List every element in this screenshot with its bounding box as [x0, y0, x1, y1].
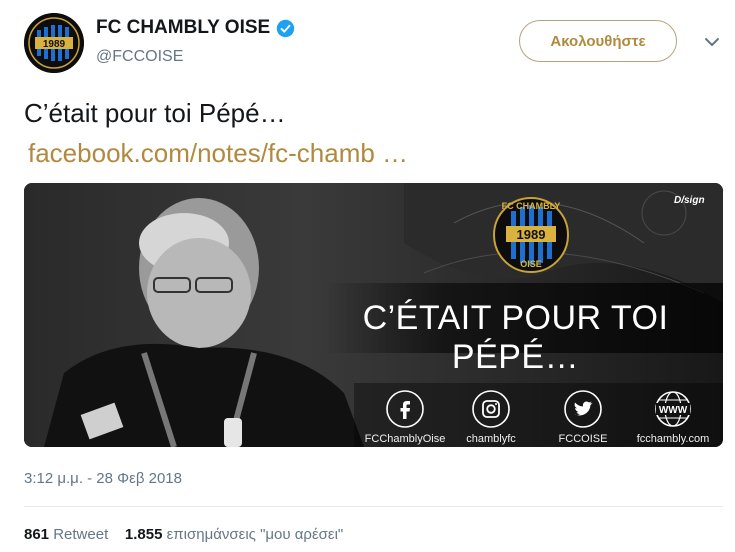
divider — [24, 506, 723, 507]
verified-badge-icon — [276, 19, 295, 37]
tweet-timestamp[interactable]: 3:12 μ.μ. - 28 Φεβ 2018 — [24, 470, 182, 487]
twitter-icon — [564, 390, 602, 428]
svg-text:WWW: WWW — [659, 405, 688, 416]
likes-label: επισημάνσεις "μου αρέσει" — [166, 526, 344, 543]
avatar-year: 1989 — [43, 39, 66, 50]
tweet-text: C’était pour toi Pépé… — [24, 98, 286, 128]
likes-stat[interactable]: 1.855 επισημάνσεις "μου αρέσει" — [125, 526, 343, 543]
tweet-media-image[interactable]: 1989 FC CHAMBLY OISE D/sign C’ÉTAIT POUR… — [24, 183, 723, 447]
retweet-stat[interactable]: 861 Retweet — [24, 526, 108, 543]
www-globe-icon: WWW — [655, 391, 691, 427]
media-logo-top: FC CHAMBLY — [502, 201, 561, 211]
facebook-icon — [386, 390, 424, 428]
follow-button[interactable]: Ακολουθήστε — [519, 20, 677, 62]
account-name[interactable]: FC CHAMBLY OISE — [96, 17, 270, 39]
retweet-label: Retweet — [53, 526, 109, 543]
account-name-row[interactable]: FC CHAMBLY OISE — [96, 17, 295, 39]
tweet-stats: 861 Retweet 1.855 επισημάνσεις "μου αρέσ… — [24, 526, 343, 543]
likes-count: 1.855 — [124, 526, 163, 543]
chevron-down-icon[interactable] — [701, 31, 723, 53]
media-headline: C’ÉTAIT POUR TOI PÉPÉ… — [362, 299, 669, 376]
design-badge: D/sign — [674, 195, 705, 206]
account-avatar[interactable]: 1989 — [24, 13, 84, 73]
media-logo-year: 1989 — [517, 227, 546, 242]
media-logo-bottom: OISE — [520, 259, 542, 269]
social-label-website: fcchambly.com — [636, 433, 710, 445]
retweet-count: 861 — [24, 526, 50, 543]
tweet-link[interactable]: facebook.com/notes/fc-chamb … — [28, 138, 408, 169]
instagram-icon — [472, 390, 510, 428]
account-handle[interactable]: @FCCOISE — [96, 48, 183, 66]
